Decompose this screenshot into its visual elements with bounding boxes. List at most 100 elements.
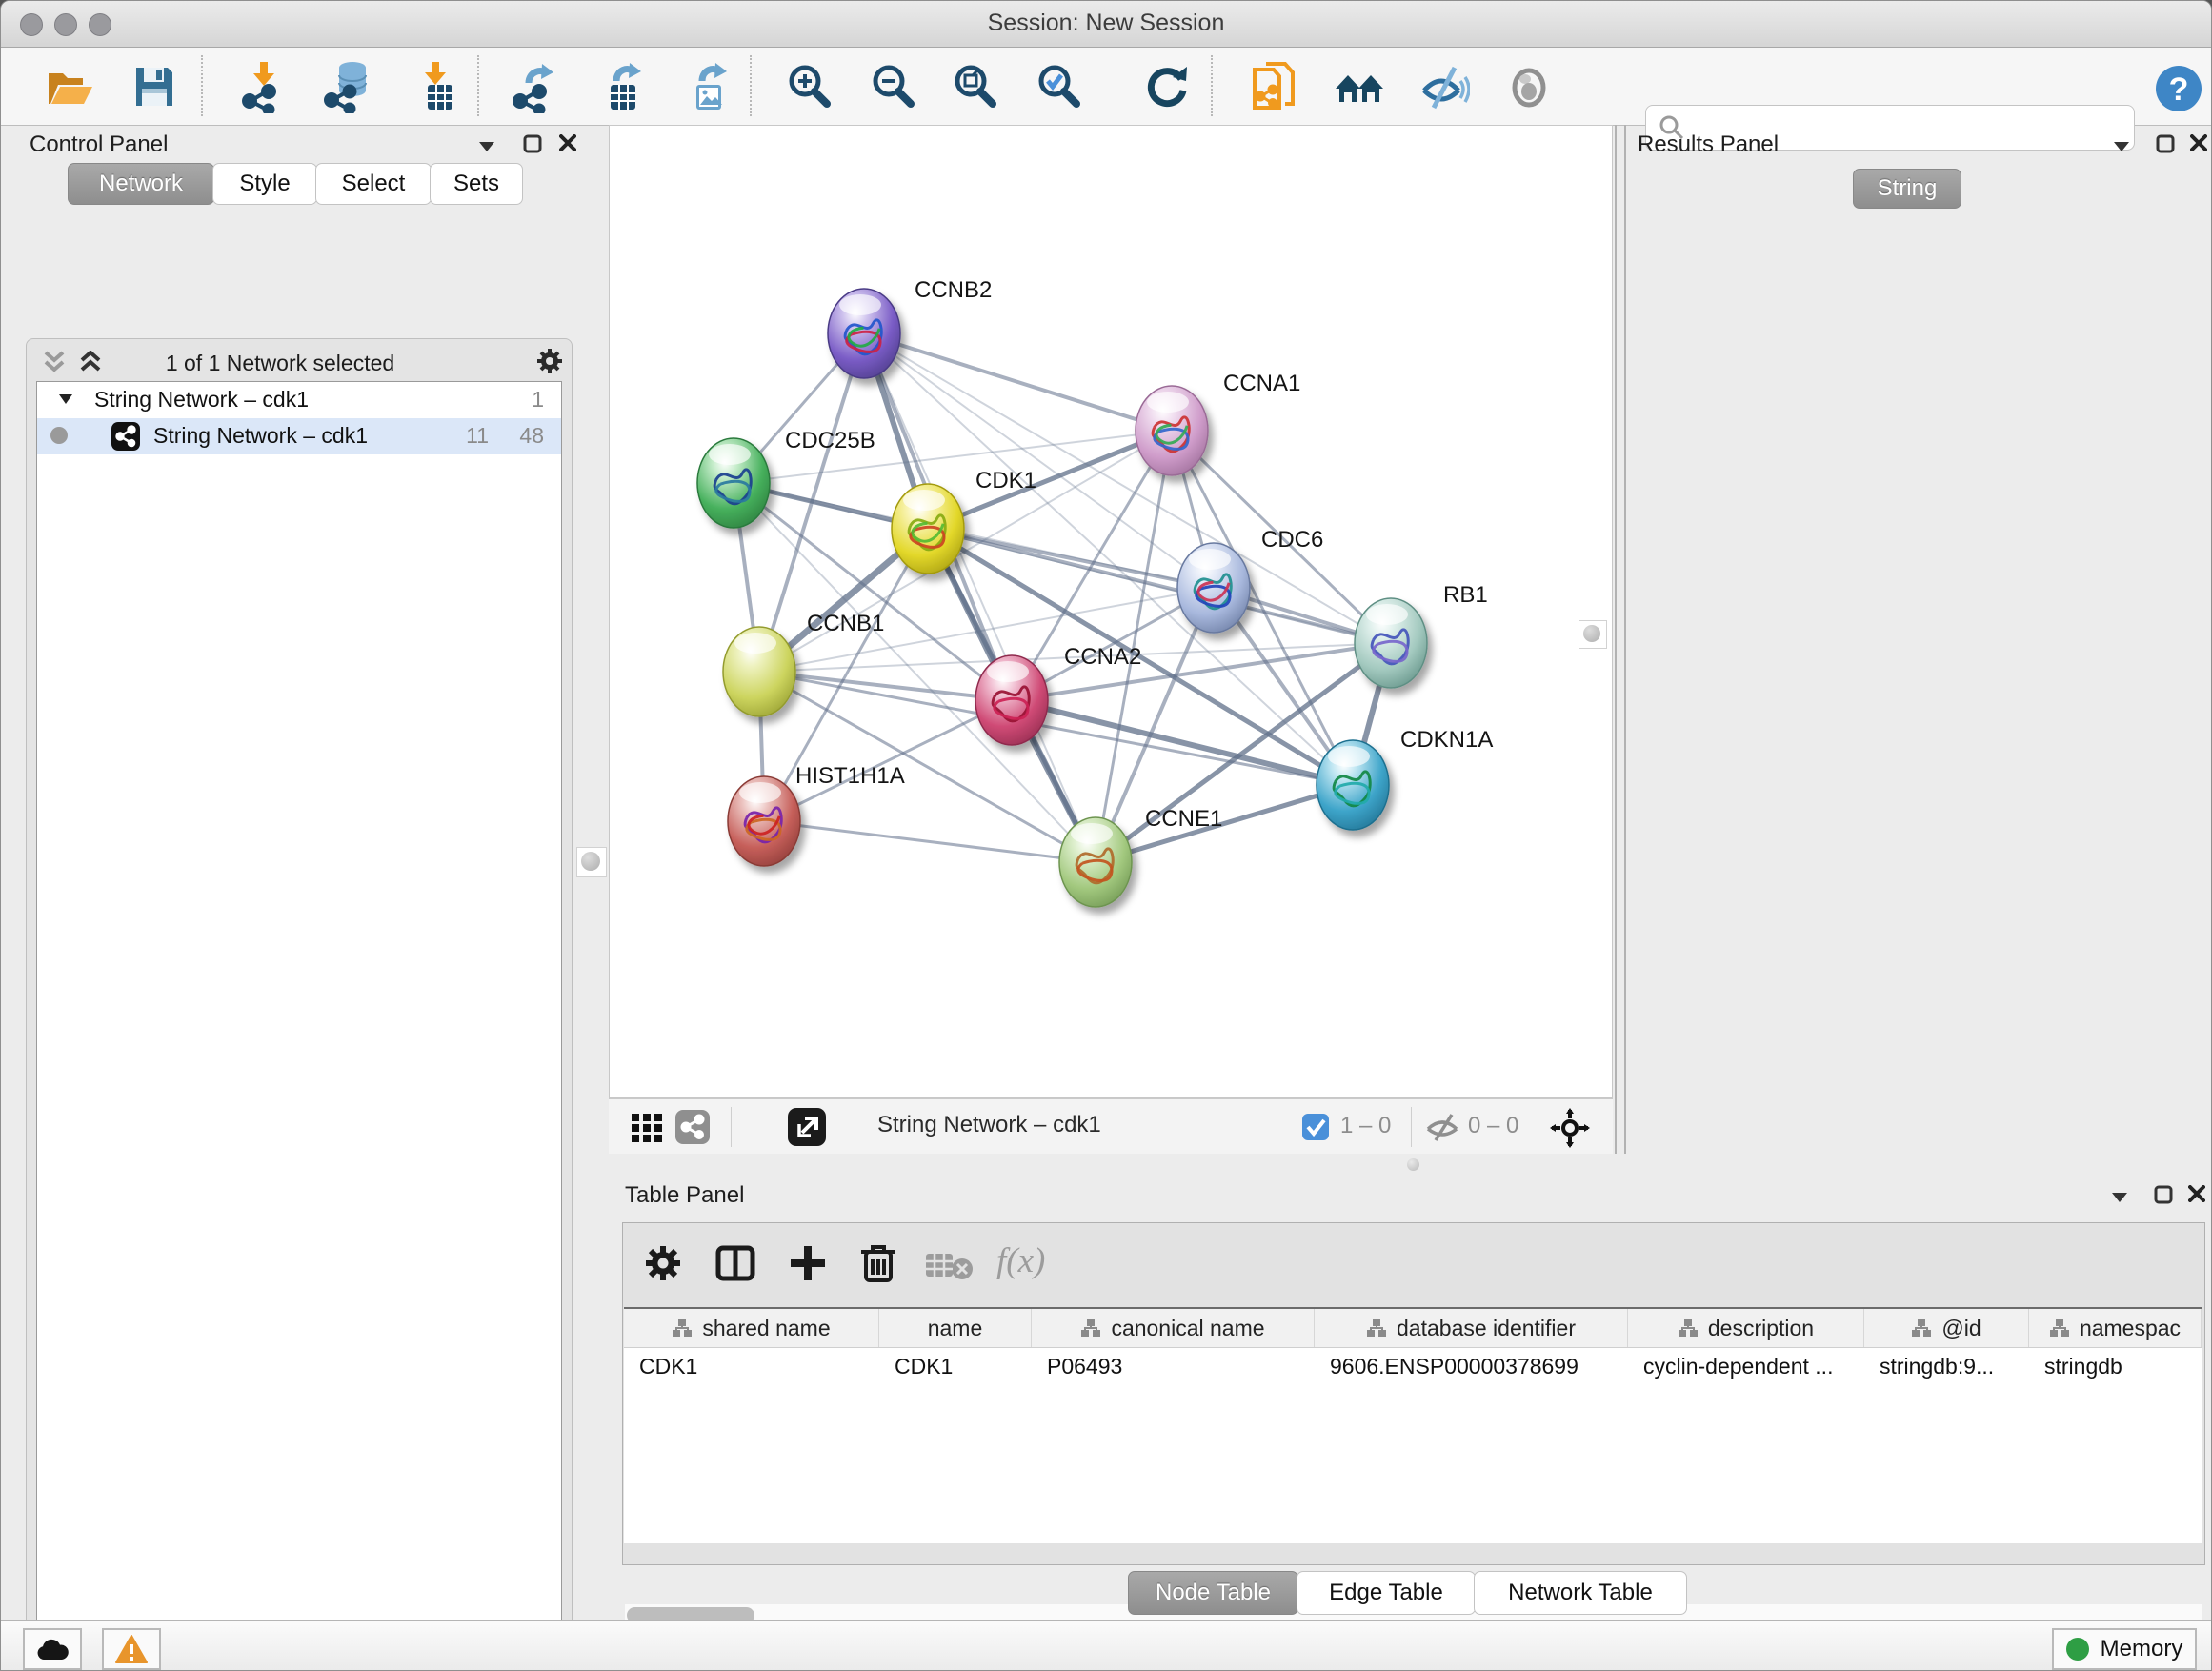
collapse-panel-icon[interactable]: [477, 140, 496, 153]
show-columns-icon[interactable]: [714, 1242, 756, 1284]
tree-expander-icon[interactable]: [58, 393, 73, 405]
column-header-database-identifier[interactable]: database identifier: [1315, 1309, 1628, 1347]
add-column-icon[interactable]: [787, 1242, 829, 1284]
zoom-out-icon[interactable]: [866, 60, 919, 113]
hidden-eye-icon[interactable]: [1424, 1112, 1460, 1142]
network-node-CCNB1[interactable]: [723, 627, 795, 716]
column-header-namespac[interactable]: namespac: [2029, 1309, 2202, 1347]
collapse-panel-icon[interactable]: [2110, 1191, 2129, 1204]
table-cell[interactable]: CDK1: [879, 1347, 1032, 1385]
node-label-CCNB1: CCNB1: [807, 611, 884, 636]
node-label-CDC25B: CDC25B: [785, 428, 875, 453]
column-header-canonical-name[interactable]: canonical name: [1032, 1309, 1315, 1347]
float-panel-icon[interactable]: [523, 134, 542, 153]
table-header-row: shared namenamecanonical namedatabase id…: [624, 1309, 2202, 1348]
node-table-box: f(x) shared namenamecanonical namedataba…: [622, 1222, 2205, 1565]
edge-count: 48: [519, 423, 544, 449]
open-session-icon[interactable]: [43, 60, 96, 113]
table-options-gear-icon[interactable]: [644, 1244, 682, 1282]
cloud-button[interactable]: [23, 1628, 82, 1670]
delete-column-icon[interactable]: [857, 1240, 899, 1284]
network-collection-row[interactable]: String Network – cdk1 1: [37, 382, 561, 418]
function-builder-icon[interactable]: f(x): [996, 1240, 1045, 1281]
file-network-icon[interactable]: [1247, 60, 1300, 113]
string-view-icon[interactable]: [675, 1110, 710, 1144]
network-edge-CDKN1A-CCNE1[interactable]: [1096, 785, 1353, 862]
table-row[interactable]: CDK1CDK1P064939606.ENSP00000378699cyclin…: [624, 1347, 2202, 1385]
network-node-CDK1[interactable]: [892, 484, 964, 574]
table-cell[interactable]: cyclin-dependent ...: [1628, 1347, 1864, 1385]
table-cell[interactable]: stringdb:9...: [1864, 1347, 2029, 1385]
tab-style[interactable]: Style: [212, 163, 317, 205]
network-node-CDC25B[interactable]: [697, 438, 770, 528]
network-status-dot: [50, 427, 68, 444]
home-networks-icon[interactable]: [1333, 60, 1386, 113]
network-node-HIST1H1A[interactable]: [728, 776, 800, 866]
delete-table-icon[interactable]: [924, 1250, 974, 1280]
column-header-shared-name[interactable]: shared name: [624, 1309, 879, 1347]
network-node-CCNA2[interactable]: [975, 655, 1048, 745]
tab-network[interactable]: Network: [68, 163, 214, 205]
export-network-icon[interactable]: [508, 60, 561, 113]
collapse-panel-icon[interactable]: [2112, 140, 2131, 153]
close-panel-icon[interactable]: [2188, 1185, 2205, 1202]
table-cell[interactable]: P06493: [1032, 1347, 1315, 1385]
tab-sets[interactable]: Sets: [430, 163, 523, 205]
network-edge-HIST1H1A-CCNE1[interactable]: [764, 821, 1096, 862]
network-row-selected[interactable]: String Network – cdk1 11 48: [37, 418, 561, 454]
left-splitter-handle[interactable]: [576, 847, 607, 877]
network-node-CDKN1A[interactable]: [1317, 740, 1389, 830]
open-in-window-icon[interactable]: [788, 1108, 826, 1146]
toolbar-separator: [201, 55, 203, 116]
table-cell[interactable]: CDK1: [624, 1347, 879, 1385]
export-table-icon[interactable]: [593, 60, 647, 113]
column-header--id[interactable]: @id: [1864, 1309, 2029, 1347]
hide-panel-eye-icon[interactable]: [1417, 60, 1470, 113]
network-selection-status: 1 of 1 Network selected: [27, 351, 533, 376]
network-edge-CCNA2-HIST1H1A[interactable]: [764, 700, 1012, 821]
float-panel-icon[interactable]: [2154, 1185, 2173, 1204]
network-node-CDC6[interactable]: [1177, 543, 1250, 633]
node-label-CDK1: CDK1: [975, 468, 1036, 493]
tab-edge-table[interactable]: Edge Table: [1297, 1571, 1476, 1615]
tab-network-table[interactable]: Network Table: [1474, 1571, 1687, 1615]
network-node-RB1[interactable]: [1355, 598, 1427, 688]
tab-string-results[interactable]: String: [1853, 169, 1961, 209]
table-cell[interactable]: 9606.ENSP00000378699: [1315, 1347, 1628, 1385]
results-panel: Results Panel String Expand All Collapse…: [1622, 125, 2212, 1154]
network-canvas[interactable]: CCNB2CCNA1CDC25BCDK1CDC6RB1CCNB1CCNA2CDK…: [609, 125, 1613, 1098]
column-header-name[interactable]: name: [879, 1309, 1032, 1347]
tab-select[interactable]: Select: [315, 163, 432, 205]
network-node-CCNE1[interactable]: [1059, 817, 1132, 907]
network-node-CCNA1[interactable]: [1136, 386, 1208, 475]
save-session-icon[interactable]: [127, 60, 180, 113]
network-options-gear-icon[interactable]: [535, 347, 564, 375]
export-image-icon[interactable]: [679, 60, 733, 113]
show-panel-eye-icon[interactable]: [1502, 60, 1556, 113]
import-database-icon[interactable]: [321, 60, 374, 113]
tab-node-table[interactable]: Node Table: [1128, 1571, 1298, 1615]
refresh-view-icon[interactable]: [1140, 60, 1194, 113]
warnings-button[interactable]: [102, 1628, 161, 1670]
footer-separator: [731, 1107, 732, 1147]
float-panel-icon[interactable]: [2156, 134, 2175, 153]
fit-selected-crosshair-icon[interactable]: [1550, 1108, 1590, 1148]
import-network-icon[interactable]: [237, 60, 291, 113]
birdseye-grid-icon[interactable]: [630, 1110, 664, 1144]
zoom-in-icon[interactable]: [782, 60, 835, 113]
zoom-selected-icon[interactable]: [1032, 60, 1085, 113]
column-header-description[interactable]: description: [1628, 1309, 1864, 1347]
import-table-icon[interactable]: [409, 60, 462, 113]
selected-checkbox-icon[interactable]: [1302, 1114, 1329, 1140]
network-edge-CCNB2-CCNA1[interactable]: [864, 333, 1172, 431]
right-splitter-handle[interactable]: [1579, 620, 1607, 649]
horizontal-splitter[interactable]: [609, 1154, 2212, 1175]
table-cell[interactable]: stringdb: [2029, 1347, 2202, 1385]
network-node-CCNB2[interactable]: [828, 289, 900, 378]
close-panel-icon[interactable]: [559, 134, 576, 151]
string-network-graph[interactable]: CCNB2CCNA1CDC25BCDK1CDC6RB1CCNB1CCNA2CDK…: [610, 126, 1612, 1097]
zoom-fit-icon[interactable]: [948, 60, 1001, 113]
help-icon[interactable]: ?: [2152, 62, 2205, 115]
memory-button[interactable]: Memory: [2052, 1628, 2197, 1670]
close-panel-icon[interactable]: [2190, 134, 2207, 151]
